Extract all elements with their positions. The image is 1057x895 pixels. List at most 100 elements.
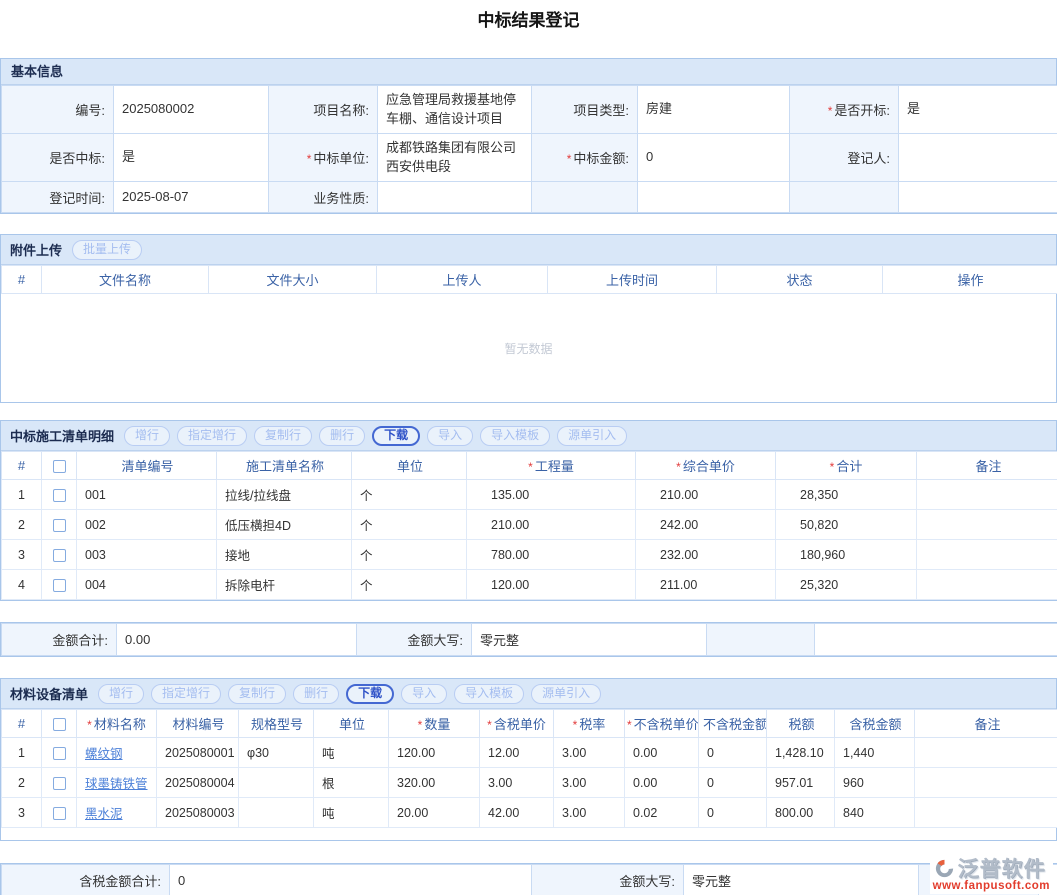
add-row-button[interactable]: 增行: [98, 684, 144, 704]
brand-name: 泛普软件: [958, 853, 1046, 883]
download-button[interactable]: 下载: [346, 684, 394, 704]
row-number: 1: [2, 738, 42, 768]
row-checkbox[interactable]: [53, 489, 66, 502]
checkbox-cell: [42, 510, 77, 540]
fanpu-logo-icon: [933, 857, 956, 880]
batch-upload-button[interactable]: 批量上传: [72, 240, 142, 260]
summary-label: 金额大写:: [357, 624, 472, 656]
field-label: 编号:: [2, 86, 114, 134]
cell-tax-rate: 3.00: [554, 768, 625, 798]
cell-list-code: 002: [77, 510, 217, 540]
insert-row-button[interactable]: 指定增行: [177, 426, 247, 446]
summary-spacer: [707, 624, 815, 656]
empty-data-placeholder: 暂无数据: [1, 294, 1056, 402]
column-header: 文件大小: [209, 266, 377, 294]
column-header: 状态: [717, 266, 883, 294]
cell-remark: [917, 510, 1057, 540]
cell-price-untaxed: 0.00: [625, 738, 699, 768]
row-number: 2: [2, 510, 42, 540]
row-number: 2: [2, 768, 42, 798]
field-label: 登记人:: [790, 134, 899, 182]
import-button[interactable]: 导入: [401, 684, 447, 704]
source-import-button[interactable]: 源单引入: [557, 426, 627, 446]
field-label: [790, 182, 899, 213]
cell-quantity: 780.00: [467, 540, 636, 570]
cell-tax-rate: 3.00: [554, 738, 625, 768]
basic-info-row: 编号: 2025080002 项目名称: 应急管理局救援基地停车棚、通信设计项目…: [2, 86, 1057, 134]
add-row-button[interactable]: 增行: [124, 426, 170, 446]
column-header: 备注: [915, 710, 1057, 738]
row-checkbox[interactable]: [53, 519, 66, 532]
row-checkbox[interactable]: [53, 777, 66, 790]
materials-section-title: 材料设备清单: [10, 684, 88, 703]
cell-remark: [915, 738, 1057, 768]
row-checkbox[interactable]: [53, 747, 66, 760]
download-button[interactable]: 下载: [372, 426, 420, 446]
column-header: 清单编号: [77, 452, 217, 480]
row-checkbox[interactable]: [53, 549, 66, 562]
cell-unit-price: 242.00: [636, 510, 776, 540]
source-import-button[interactable]: 源单引入: [531, 684, 601, 704]
attachments-toolbar: 附件上传 批量上传: [1, 235, 1056, 265]
summary-value: 0.00: [117, 624, 357, 656]
construction-summary: 金额合计: 0.00 金额大写: 零元整: [0, 622, 1057, 657]
delete-row-button[interactable]: 删行: [293, 684, 339, 704]
row-number: 1: [2, 480, 42, 510]
construction-section-title: 中标施工清单明细: [10, 426, 114, 445]
cell-list-name: 低压横担4D: [217, 510, 352, 540]
row-checkbox[interactable]: [53, 807, 66, 820]
section-basic-info: 基本信息 编号: 2025080002 项目名称: 应急管理局救援基地停车棚、通…: [0, 58, 1057, 214]
select-all-checkbox[interactable]: [53, 718, 66, 731]
field-label: 业务性质:: [269, 182, 378, 213]
copy-row-button[interactable]: 复制行: [228, 684, 286, 704]
column-header: 操作: [883, 266, 1057, 294]
cell-amount-taxed: 1,440: [835, 738, 915, 768]
cell-unit: 个: [352, 570, 467, 600]
material-name-link[interactable]: 螺纹钢: [85, 747, 123, 761]
field-label: 项目类型:: [532, 86, 638, 134]
cell-quantity: 120.00: [389, 738, 480, 768]
basic-info-grid: 编号: 2025080002 项目名称: 应急管理局救援基地停车棚、通信设计项目…: [1, 85, 1057, 213]
cell-quantity: 20.00: [389, 798, 480, 828]
table-row: 2 球墨铸铁管 2025080004 根 320.00 3.00 3.00 0.…: [2, 768, 1057, 798]
cell-remark: [915, 798, 1057, 828]
material-name-link[interactable]: 黑水泥: [85, 807, 123, 821]
material-name-link[interactable]: 球墨铸铁管: [85, 777, 148, 791]
import-template-button[interactable]: 导入模板: [454, 684, 524, 704]
cell-unit: 个: [352, 510, 467, 540]
cell-list-name: 拆除电杆: [217, 570, 352, 600]
field-label: [532, 182, 638, 213]
summary-value: 零元整: [684, 865, 919, 895]
import-template-button[interactable]: 导入模板: [480, 426, 550, 446]
field-value: [899, 182, 1057, 213]
column-header: 施工清单名称: [217, 452, 352, 480]
cell-amount-taxed: 960: [835, 768, 915, 798]
column-header: 上传时间: [548, 266, 717, 294]
cell-amount-untaxed: 0: [699, 738, 767, 768]
required-mark: *: [828, 104, 833, 118]
section-materials-list: 材料设备清单 增行 指定增行 复制行 删行 下载 导入 导入模板 源单引入 # …: [0, 678, 1057, 841]
delete-row-button[interactable]: 删行: [319, 426, 365, 446]
materials-header-row: # *材料名称 材料编号 规格型号 单位 *数量 *含税单价 *税率 *不含税单…: [2, 710, 1057, 738]
cell-material-code: 2025080003: [157, 798, 239, 828]
cell-tax-amount: 800.00: [767, 798, 835, 828]
construction-table: # 清单编号 施工清单名称 单位 *工程量 *综合单价 *合计 备注 1 001…: [1, 451, 1057, 600]
import-button[interactable]: 导入: [427, 426, 473, 446]
column-header-num: #: [2, 266, 42, 294]
row-checkbox[interactable]: [53, 579, 66, 592]
field-value: 成都铁路集团有限公司西安供电段: [378, 134, 532, 182]
table-row: 4 004 拆除电杆 个 120.00 211.00 25,320: [2, 570, 1057, 600]
checkbox-cell: [42, 738, 77, 768]
copy-row-button[interactable]: 复制行: [254, 426, 312, 446]
cell-remark: [917, 570, 1057, 600]
select-all-checkbox[interactable]: [53, 460, 66, 473]
insert-row-button[interactable]: 指定增行: [151, 684, 221, 704]
column-header: *含税单价: [480, 710, 554, 738]
column-header: *数量: [389, 710, 480, 738]
cell-unit-price: 232.00: [636, 540, 776, 570]
table-row: 3 黑水泥 2025080003 吨 20.00 42.00 3.00 0.02…: [2, 798, 1057, 828]
cell-unit-price: 211.00: [636, 570, 776, 600]
cell-tax-amount: 1,428.10: [767, 738, 835, 768]
column-header: 不含税金额: [699, 710, 767, 738]
attachments-section-title: 附件上传: [10, 240, 62, 259]
